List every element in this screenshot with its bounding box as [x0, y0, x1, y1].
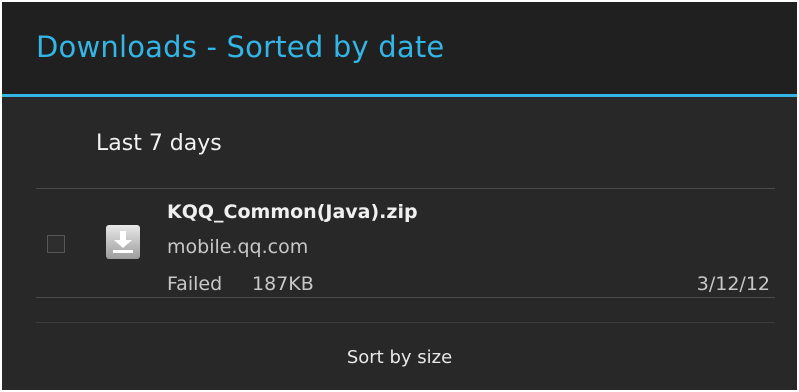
download-icon	[106, 225, 140, 259]
select-checkbox[interactable]	[47, 235, 65, 253]
download-date: 3/12/12	[696, 273, 770, 295]
title-divider	[2, 94, 797, 97]
list-divider	[36, 188, 775, 189]
file-name: KQQ_Common(Java).zip	[167, 201, 418, 223]
downloads-dialog: Downloads - Sorted by date Last 7 days K…	[2, 2, 797, 390]
sort-button-label: Sort by size	[346, 347, 453, 368]
dialog-title: Downloads - Sorted by date	[36, 30, 445, 64]
file-size: 187KB	[252, 273, 314, 295]
list-divider	[36, 297, 775, 298]
section-header: Last 7 days	[96, 131, 222, 156]
file-source: mobile.qq.com	[167, 236, 309, 258]
sort-by-size-button[interactable]: Sort by size	[2, 323, 797, 390]
download-status: Failed	[167, 273, 223, 295]
title-bar: Downloads - Sorted by date	[2, 2, 797, 96]
